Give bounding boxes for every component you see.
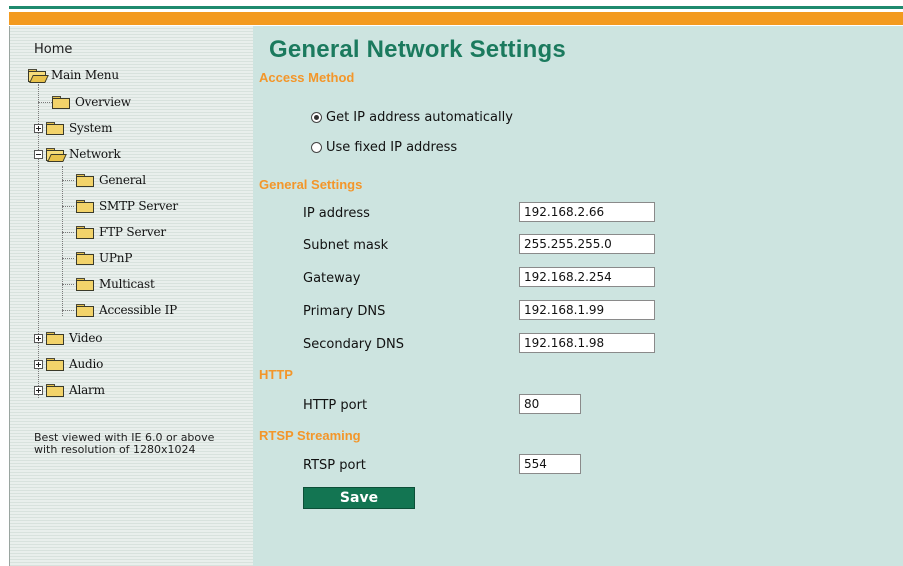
main-panel: General Network Settings Access Method G… [253, 26, 903, 566]
sidebar-item-ftp-server[interactable]: FTP Server [76, 225, 166, 239]
sidebar-item-label: Accessible IP [99, 303, 178, 317]
sidebar-item-audio[interactable]: Audio [34, 357, 103, 371]
radio-use-fixed-ip[interactable]: Use fixed IP address [311, 140, 457, 155]
folder-icon [76, 225, 94, 239]
sidebar-item-label: Overview [75, 95, 131, 109]
folder-icon [46, 121, 64, 135]
primary-dns-input[interactable] [519, 300, 655, 320]
sidebar-item-general[interactable]: General [76, 173, 146, 187]
tree-line [62, 284, 74, 285]
sidebar-item-overview[interactable]: Overview [52, 95, 131, 109]
subnet-mask-label: Subnet mask [303, 238, 389, 253]
sidebar-item-smtp-server[interactable]: SMTP Server [76, 199, 178, 213]
http-port-input[interactable] [519, 394, 581, 414]
section-heading-access-method: Access Method [259, 70, 355, 85]
radio-label: Use fixed IP address [326, 140, 458, 155]
ip-address-input[interactable] [519, 202, 655, 222]
sidebar-item-label: UPnP [99, 251, 133, 265]
page-title: General Network Settings [269, 36, 566, 63]
folder-open-icon [46, 147, 67, 162]
secondary-dns-label: Secondary DNS [303, 337, 404, 352]
radio-get-ip-automatically[interactable]: Get IP address automatically [311, 110, 513, 125]
subnet-mask-input[interactable] [519, 234, 655, 254]
folder-icon [76, 199, 94, 213]
sidebar-item-main-menu[interactable]: Main Menu [28, 68, 119, 83]
sidebar-item-label: Network [69, 147, 121, 161]
secondary-dns-input[interactable] [519, 333, 655, 353]
folder-icon [46, 383, 64, 397]
folder-icon [76, 303, 94, 317]
radio-unchecked-icon[interactable] [311, 142, 322, 153]
sidebar-item-upnp[interactable]: UPnP [76, 251, 132, 265]
tree-line [62, 206, 74, 207]
header-green-bar [9, 6, 903, 9]
section-heading-rtsp-streaming: RTSP Streaming [259, 428, 361, 443]
radio-checked-icon[interactable] [311, 112, 322, 123]
expand-plus-icon[interactable] [34, 385, 43, 395]
expand-plus-icon[interactable] [34, 359, 43, 369]
folder-icon [76, 277, 94, 291]
sidebar-item-label: Main Menu [51, 68, 119, 82]
section-heading-http: HTTP [259, 367, 293, 382]
primary-dns-label: Primary DNS [303, 304, 386, 319]
tree-line [38, 102, 52, 103]
sidebar-item-label: Multicast [99, 277, 155, 291]
tree-line [62, 258, 74, 259]
folder-icon [52, 95, 70, 109]
radio-label: Get IP address automatically [326, 110, 513, 125]
sidebar-item-label: General [99, 173, 146, 187]
folder-icon [76, 251, 94, 265]
sidebar-item-home[interactable]: Home [34, 42, 72, 57]
sidebar-item-label: Audio [69, 357, 104, 371]
expand-plus-icon[interactable] [34, 333, 43, 343]
expand-plus-icon[interactable] [34, 123, 43, 133]
sidebar-item-video[interactable]: Video [34, 331, 103, 345]
tree-line [62, 166, 63, 316]
ip-address-label: IP address [303, 206, 370, 221]
tree-line [62, 232, 74, 233]
gateway-label: Gateway [303, 271, 361, 286]
rtsp-port-input[interactable] [519, 454, 581, 474]
header-orange-bar [9, 12, 903, 25]
folder-open-icon [28, 68, 49, 83]
sidebar-item-alarm[interactable]: Alarm [34, 383, 105, 397]
sidebar-item-label: SMTP Server [99, 199, 178, 213]
sidebar-item-multicast[interactable]: Multicast [76, 277, 155, 291]
sidebar-item-system[interactable]: System [34, 121, 112, 135]
sidebar-item-label: System [69, 121, 113, 135]
browser-recommendation-note: Best viewed with IE 6.0 or above with re… [34, 431, 215, 456]
save-button[interactable]: Save [303, 487, 415, 509]
tree-line [62, 310, 74, 311]
folder-icon [46, 357, 64, 371]
folder-icon [46, 331, 64, 345]
http-port-label: HTTP port [303, 398, 368, 413]
sidebar-item-label: Video [69, 331, 103, 345]
collapse-minus-icon[interactable] [34, 149, 43, 159]
tree-line [62, 180, 74, 181]
sidebar-nav: Home Main Menu Overview System Network G… [9, 26, 254, 566]
rtsp-port-label: RTSP port [303, 458, 366, 473]
gateway-input[interactable] [519, 267, 655, 287]
section-heading-general-settings: General Settings [259, 177, 363, 192]
sidebar-item-network[interactable]: Network [34, 147, 121, 162]
sidebar-item-label: Alarm [69, 383, 105, 397]
sidebar-item-label: FTP Server [99, 225, 166, 239]
sidebar-item-accessible-ip[interactable]: Accessible IP [76, 303, 177, 317]
folder-icon [76, 173, 94, 187]
